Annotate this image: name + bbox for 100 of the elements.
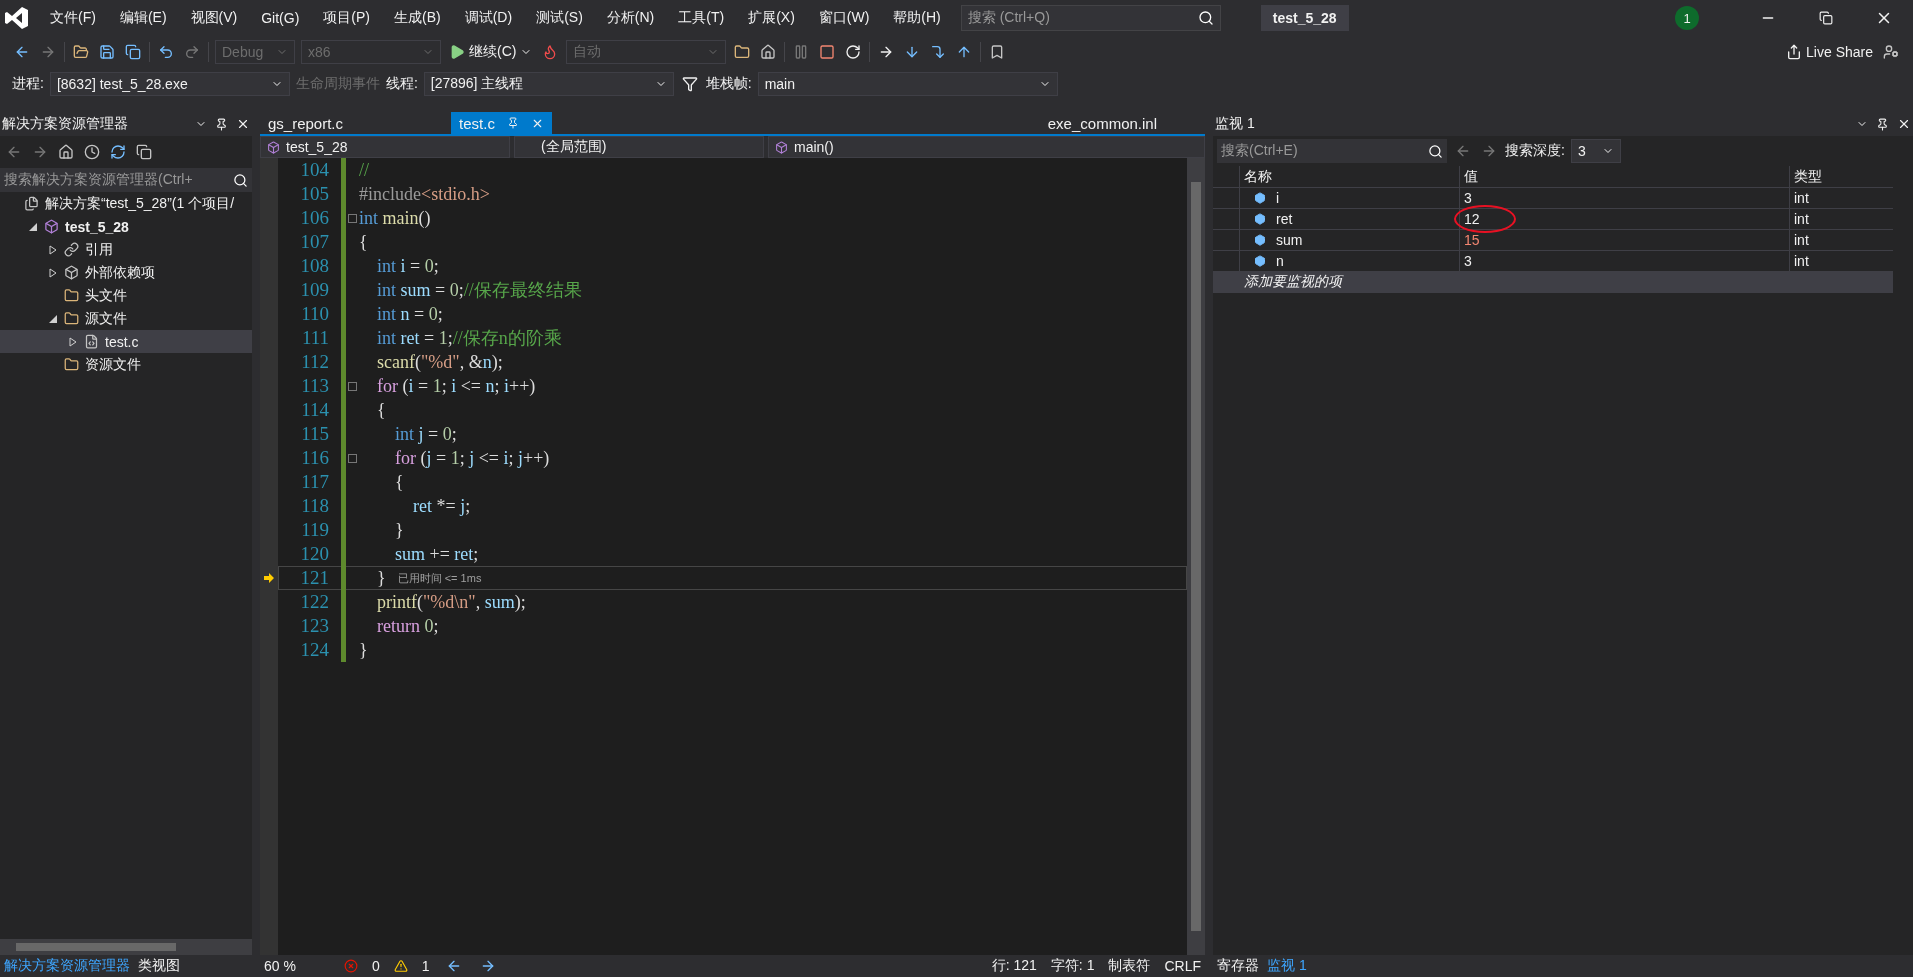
app-logo-icon bbox=[4, 5, 30, 31]
error-icon bbox=[343, 959, 358, 973]
collapsed-arrow-icon[interactable] bbox=[68, 336, 78, 347]
line-number: 122 bbox=[299, 591, 329, 613]
error-count[interactable]: 0 bbox=[371, 958, 380, 974]
code-line: printf("%d\n", sum); bbox=[376, 591, 526, 613]
pin-icon[interactable] bbox=[215, 117, 228, 131]
expanded-arrow-icon[interactable] bbox=[28, 221, 38, 232]
tree-item[interactable]: 解决方案“test_5_28”(1 个项目/ bbox=[0, 192, 252, 215]
indent-mode: 制表符 bbox=[1108, 957, 1151, 975]
fold-toggle-icon[interactable] bbox=[348, 381, 357, 391]
pin-icon[interactable] bbox=[1876, 117, 1889, 131]
solution-title: test_5_28 bbox=[1260, 5, 1349, 31]
menu-item[interactable]: 编辑(E) bbox=[107, 9, 179, 27]
user-settings-icon[interactable] bbox=[1881, 42, 1901, 62]
tree-item[interactable]: 引用 bbox=[0, 238, 252, 261]
preview-tab[interactable]: exe_common.inl bbox=[1039, 112, 1165, 134]
warning-count[interactable]: 1 bbox=[421, 958, 430, 974]
search-field[interactable]: 搜索 (Ctrl+Q) bbox=[960, 5, 1221, 31]
process-dropdown[interactable]: [8632] test_5_28.exe bbox=[49, 72, 290, 96]
watch-name: sum bbox=[1276, 232, 1303, 248]
menu-item[interactable]: 文件(F) bbox=[38, 9, 108, 27]
scrollbar-thumb[interactable] bbox=[1191, 182, 1201, 931]
live-share-button[interactable]: Live Share bbox=[1784, 42, 1875, 62]
code-line: int i = 0; bbox=[376, 255, 439, 277]
history-icon[interactable] bbox=[82, 142, 102, 162]
depth-label: 搜索深度: bbox=[1505, 142, 1565, 160]
variable-icon bbox=[1254, 234, 1266, 246]
tree-item[interactable]: test_5_28 bbox=[0, 215, 252, 238]
menu-item[interactable]: 视图(V) bbox=[178, 9, 250, 27]
close-icon[interactable] bbox=[1897, 117, 1911, 131]
code-line: sum += ret; bbox=[394, 543, 479, 565]
search-field[interactable]: 搜索(Ctrl+E) bbox=[1217, 139, 1447, 163]
project-dropdown[interactable]: test_5_28 bbox=[260, 136, 510, 158]
menu-item[interactable]: 帮助(H) bbox=[881, 9, 953, 27]
save-icon[interactable] bbox=[97, 42, 117, 62]
tree-item[interactable]: 资源文件 bbox=[0, 353, 252, 376]
search-field[interactable]: 搜索解决方案资源管理器(Ctrl+ bbox=[0, 168, 252, 192]
column-header[interactable]: 名称 bbox=[1239, 166, 1459, 187]
menu-item[interactable]: 项目(P) bbox=[311, 9, 382, 27]
scrollbar-thumb[interactable] bbox=[16, 943, 176, 951]
depth-dropdown[interactable]: 3 bbox=[1570, 139, 1621, 163]
member-dropdown[interactable]: main() bbox=[768, 136, 1205, 158]
code-line: for (j = 1; j <= i; j++) bbox=[394, 447, 550, 469]
zoom-dropdown[interactable]: 60 % bbox=[264, 958, 296, 974]
tree-item[interactable]: 头文件 bbox=[0, 284, 252, 307]
watch-type: int bbox=[1789, 209, 1893, 229]
tree-item[interactable]: test.c bbox=[0, 330, 252, 353]
menu-item[interactable]: 测试(S) bbox=[524, 9, 595, 27]
panel-tab[interactable]: 类视图 bbox=[134, 955, 184, 977]
menu-item[interactable]: 窗口(W) bbox=[806, 9, 882, 27]
code-line: return 0; bbox=[376, 615, 439, 637]
tree-item[interactable]: 外部依赖项 bbox=[0, 261, 252, 284]
line-number: 104 bbox=[299, 159, 329, 181]
code-line: } bbox=[376, 567, 386, 589]
code-line: { bbox=[376, 399, 386, 421]
line-number: 111 bbox=[300, 327, 329, 349]
thread-label: 线程: bbox=[385, 75, 418, 93]
code-line: { bbox=[359, 231, 368, 253]
search-icon bbox=[1197, 10, 1214, 26]
panel-tab[interactable]: 监视 1 bbox=[1263, 955, 1311, 977]
column-header[interactable]: 类型 bbox=[1789, 166, 1893, 187]
tree-item[interactable]: 源文件 bbox=[0, 307, 252, 330]
thread-dropdown[interactable]: [27896] 主线程 bbox=[423, 72, 674, 96]
search-icon bbox=[233, 172, 248, 188]
scope-dropdown[interactable]: (全局范围) bbox=[514, 136, 764, 158]
menu-item[interactable]: 生成(B) bbox=[382, 9, 453, 27]
close-icon[interactable] bbox=[236, 117, 250, 131]
document-tab[interactable]: gs_report.c bbox=[260, 112, 352, 134]
notification-badge[interactable]: 1 bbox=[1675, 6, 1699, 30]
code-line: int ret = 1;//保存n的阶乘 bbox=[376, 327, 562, 350]
fold-toggle-icon[interactable] bbox=[348, 453, 357, 463]
watch-value: 3 bbox=[1459, 251, 1789, 271]
restore-icon[interactable] bbox=[1819, 11, 1833, 25]
stack-frame-dropdown[interactable]: main bbox=[757, 72, 1058, 96]
link-icon bbox=[64, 242, 79, 257]
variable-icon bbox=[1254, 255, 1266, 267]
menu-item[interactable]: 扩展(X) bbox=[736, 9, 807, 27]
sync-icon[interactable] bbox=[108, 142, 128, 162]
column-header[interactable]: 值 bbox=[1459, 166, 1789, 187]
folder-icon bbox=[64, 357, 79, 372]
line-ending: CRLF bbox=[1164, 958, 1201, 974]
code-line: // bbox=[359, 159, 369, 181]
continue-button[interactable]: 继续(C) bbox=[447, 41, 535, 63]
menu-item[interactable]: 工具(T) bbox=[666, 9, 737, 27]
menu-item[interactable]: Git(G) bbox=[249, 10, 312, 26]
watch-value: 15 bbox=[1459, 230, 1789, 250]
panel-tab[interactable]: 寄存器 bbox=[1213, 955, 1263, 977]
line-number: 112 bbox=[300, 351, 329, 373]
collapsed-arrow-icon[interactable] bbox=[48, 244, 58, 255]
fold-toggle-icon[interactable] bbox=[348, 213, 357, 223]
panel-tab[interactable]: 解决方案资源管理器 bbox=[0, 955, 134, 977]
line-number: 114 bbox=[300, 399, 329, 421]
home-icon[interactable] bbox=[56, 142, 76, 162]
panel-title: 解决方案资源管理器 bbox=[2, 115, 128, 133]
menu-item[interactable]: 分析(N) bbox=[594, 9, 667, 27]
expanded-arrow-icon[interactable] bbox=[48, 313, 58, 324]
search-icon bbox=[1428, 143, 1443, 159]
collapsed-arrow-icon[interactable] bbox=[48, 267, 58, 278]
menu-item[interactable]: 调试(D) bbox=[452, 9, 525, 27]
